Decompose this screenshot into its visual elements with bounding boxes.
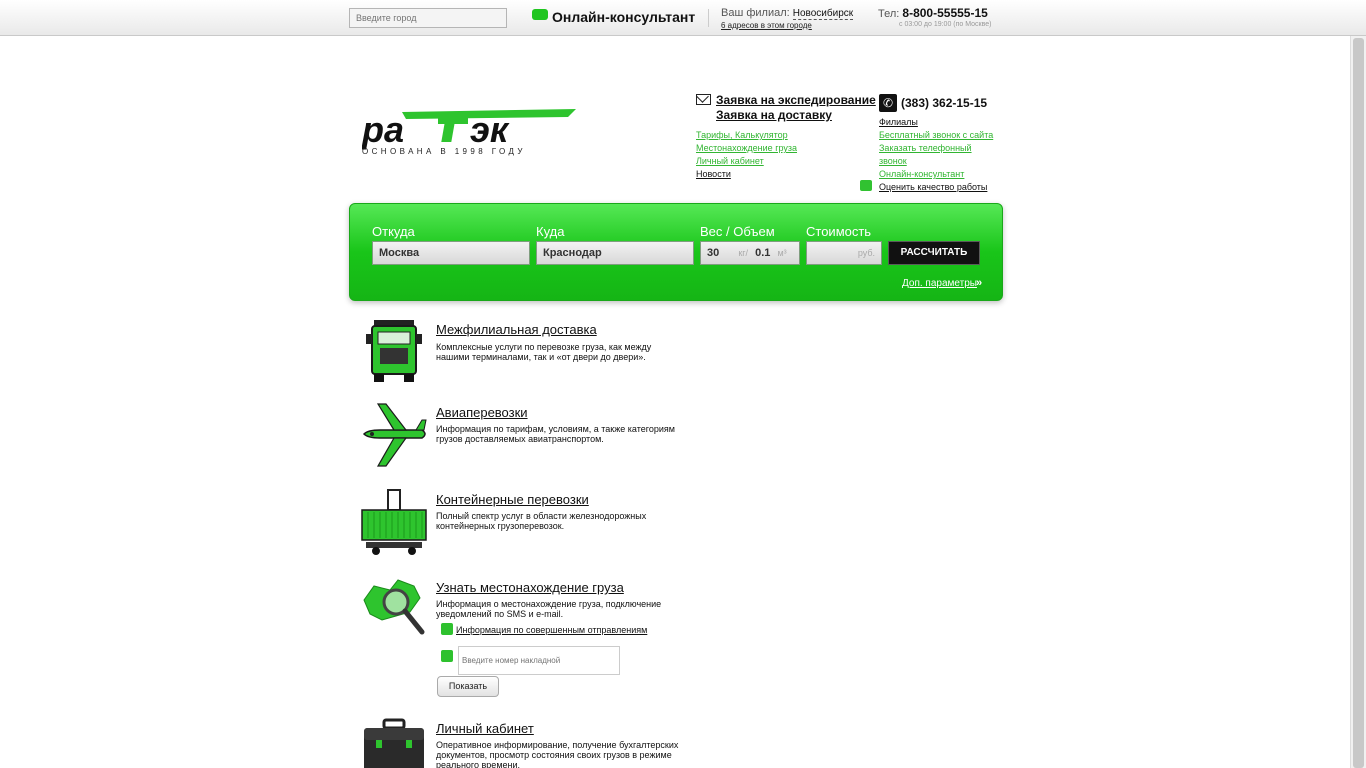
online-consultant-label: Онлайн-консультант: [552, 9, 696, 25]
calculate-button[interactable]: РАССЧИТАТЬ: [888, 241, 980, 265]
service-desc-tracking: Информация о местонахождение груза, подк…: [436, 599, 662, 619]
order-call-link-cont[interactable]: звонок: [879, 156, 907, 166]
branch-selector: Ваш филиал: Новосибирск: [721, 7, 854, 20]
cost-field[interactable]: руб.: [806, 241, 882, 265]
online-consult-link[interactable]: Онлайн-консультант: [879, 169, 964, 179]
invoice-number-input[interactable]: [458, 646, 620, 675]
city-search-input[interactable]: [349, 8, 507, 28]
briefcase-icon: [364, 718, 424, 768]
branches-link[interactable]: Филиалы: [879, 117, 918, 127]
service-title-cabinet[interactable]: Личный кабинет: [436, 721, 534, 736]
page-scrollbar[interactable]: [1350, 36, 1366, 768]
cost-unit: руб.: [857, 248, 875, 258]
rate-quality-link[interactable]: Оценить качество работы: [879, 182, 987, 192]
container-icon: [361, 489, 427, 555]
service-title-container[interactable]: Контейнерные перевозки: [436, 492, 589, 507]
rating-icon: [860, 180, 872, 191]
service-desc-container: Полный спектр услуг в области железнодор…: [436, 511, 647, 531]
service-title-air[interactable]: Авиаперевозки: [436, 405, 528, 420]
branch-label: Ваш филиал:: [721, 7, 790, 19]
scroll-thumb[interactable]: [1353, 38, 1364, 768]
more-params-arrow: »: [976, 277, 983, 289]
branch-city-link[interactable]: Новосибирск: [792, 8, 854, 20]
personal-cabinet-link[interactable]: Личный кабинет: [696, 156, 764, 166]
weight-unit: кг: [738, 248, 746, 258]
delivery-calculator: Откуда Москва Куда Краснодар Вес / Объем…: [349, 203, 1003, 301]
cargo-tracking-link[interactable]: Местонахождение груза: [696, 143, 797, 153]
tariffs-calculator-link[interactable]: Тарифы, Калькулятор: [696, 130, 788, 140]
service-desc-cabinet: Оперативное информирование, получение бу…: [436, 740, 679, 768]
order-call-link[interactable]: Заказать телефонный: [879, 143, 972, 153]
to-field[interactable]: Краснодар: [536, 241, 694, 265]
online-consultant-link[interactable]: Онлайн-консультант: [532, 9, 695, 25]
logo-tagline: ОСНОВАНА В 1998 ГОДУ: [362, 147, 526, 156]
service-title-interbranch[interactable]: Межфилиальная доставка: [436, 322, 597, 337]
to-label: Куда: [536, 224, 565, 239]
request-delivery-link[interactable]: Заявка на доставку: [716, 108, 832, 122]
svg-text:эк: эк: [470, 109, 510, 150]
weight-volume-label: Вес / Объем: [700, 224, 775, 239]
volume-value: 0.1: [755, 247, 771, 259]
cost-label: Стоимость: [806, 224, 872, 239]
top-bar: Онлайн-консультант Ваш филиал: Новосибир…: [0, 0, 1366, 36]
envelope-icon: [696, 94, 711, 105]
info-icon: [441, 623, 453, 635]
truck-icon: [366, 320, 422, 382]
weight-value: 30: [707, 247, 720, 259]
weight-volume-field[interactable]: 30 кг/ 0.1 м³: [700, 241, 800, 265]
from-field[interactable]: Москва: [372, 241, 530, 265]
news-link[interactable]: Новости: [696, 169, 731, 179]
more-params-link[interactable]: Доп. параметры: [902, 278, 977, 289]
chat-bubble-icon: [532, 9, 548, 20]
service-title-tracking[interactable]: Узнать местонахождение груза: [436, 580, 624, 595]
map-magnifier-icon: [363, 579, 425, 635]
to-value: Краснодар: [543, 247, 602, 259]
shipments-info-link[interactable]: Информация по совершенным отправлениям: [456, 625, 647, 635]
volume-unit: м³: [777, 248, 787, 258]
invoice-icon: [441, 650, 453, 662]
main-phone: (383) 362-15-15: [901, 96, 988, 110]
top-phone: Тел: 8-800-55555-15: [878, 6, 988, 20]
from-label: Откуда: [372, 224, 415, 239]
show-button[interactable]: Показать: [437, 676, 499, 697]
divider: [708, 9, 709, 27]
logo-wordmark: ра: [362, 109, 404, 150]
phone-number: 8-800-55555-15: [902, 6, 988, 20]
free-call-link[interactable]: Бесплатный звонок с сайта: [879, 130, 993, 140]
branch-addresses-link[interactable]: 6 адресов в этом городе: [721, 21, 812, 30]
phone-icon: ✆: [879, 94, 897, 112]
request-expedition-link[interactable]: Заявка на экспедирование: [716, 93, 876, 107]
phone-hours: с 03:00 до 19:00 (по Москве): [899, 21, 992, 28]
phone-label: Тел:: [878, 8, 900, 20]
from-value: Москва: [379, 247, 420, 259]
service-desc-interbranch: Комплексные услуги по перевозке груза, к…: [436, 342, 652, 362]
service-desc-air: Информация по тарифам, условиям, а также…: [436, 424, 675, 444]
airplane-icon: [362, 403, 427, 467]
